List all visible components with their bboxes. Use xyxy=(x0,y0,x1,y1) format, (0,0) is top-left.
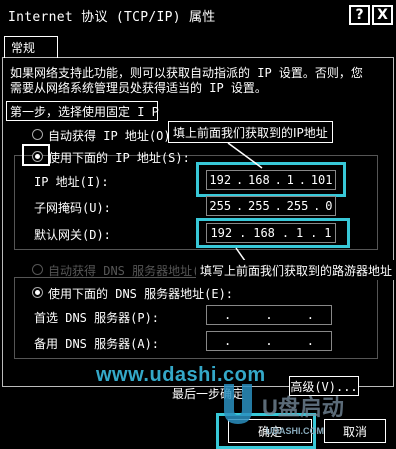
ip-arrow-icon xyxy=(227,142,263,169)
alternate-dns-label: 备用 DNS 服务器(A): xyxy=(34,337,160,351)
octet-dot-icon: . xyxy=(224,334,232,348)
udashi-logo-icon xyxy=(224,384,252,424)
octet-dot-icon: . xyxy=(224,308,232,322)
logo-url: UDASHI.COM xyxy=(266,426,324,436)
gateway-callout: 填写上前面我们获取到的路游器地址 xyxy=(196,260,396,280)
octet-dot-icon: . xyxy=(306,334,314,348)
octet-dot-icon: . xyxy=(265,308,273,322)
auto-dns-label: 自动获得 DNS 服务器地址(B) xyxy=(48,264,214,278)
preferred-dns-field[interactable]: ... xyxy=(206,305,332,325)
cancel-button[interactable]: 取消 xyxy=(324,419,386,443)
auto-dns-radio[interactable] xyxy=(32,264,43,275)
octet-dot-icon: . xyxy=(265,334,273,348)
octet-dot-icon: . xyxy=(306,308,314,322)
manual-dns-label: 使用下面的 DNS 服务器地址(E): xyxy=(48,287,234,301)
preferred-dns-label: 首选 DNS 服务器(P): xyxy=(34,311,160,325)
logo-text: U盘启动 xyxy=(262,395,344,420)
manual-dns-radio[interactable] xyxy=(32,287,43,298)
alternate-dns-field[interactable]: ... xyxy=(206,331,332,351)
